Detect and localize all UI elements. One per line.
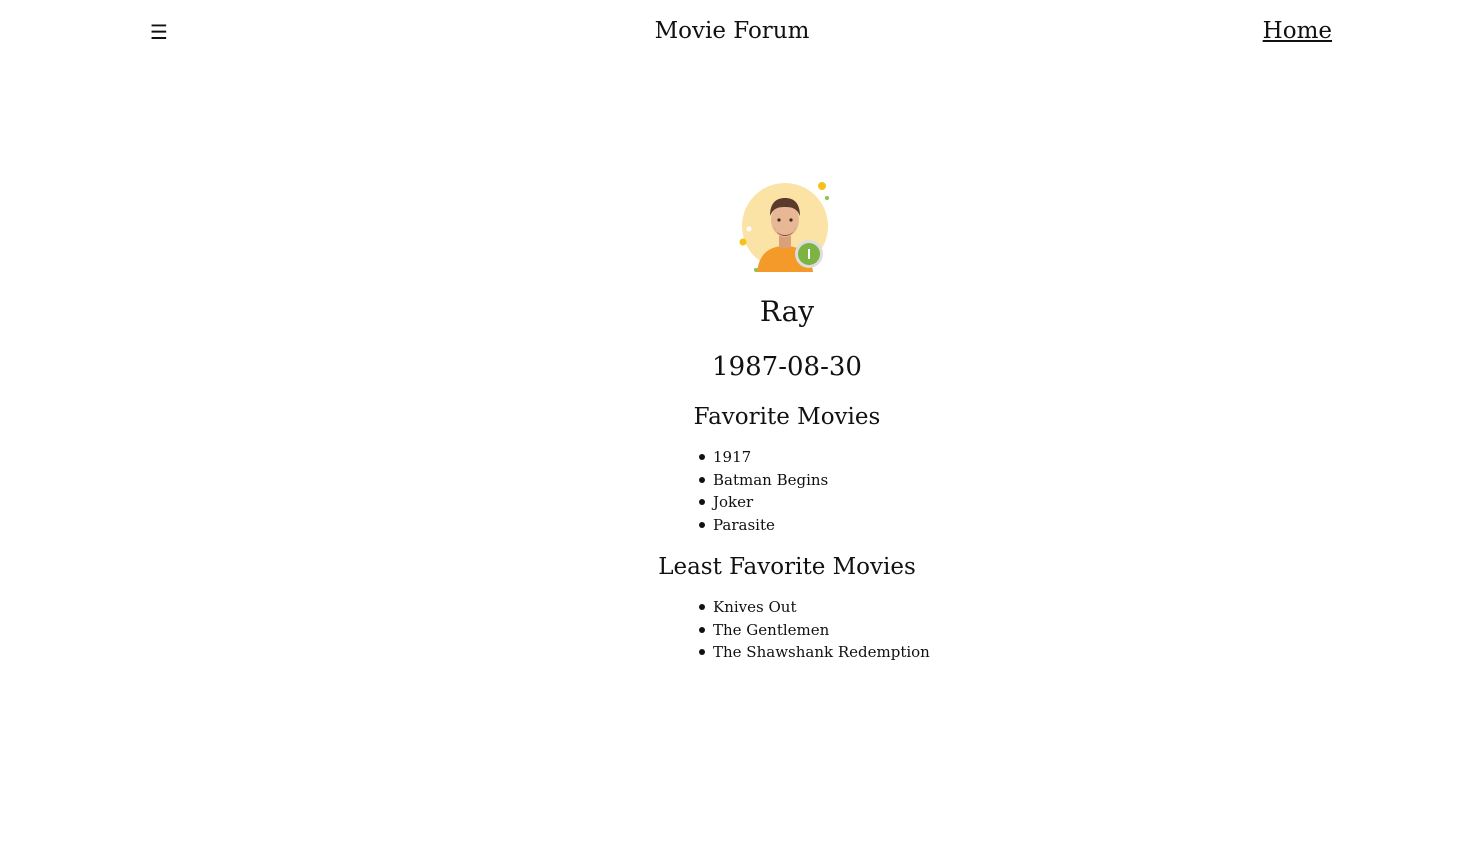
list-item: Knives Out [699, 596, 987, 619]
profile-section: Ray 1987-08-30 Favorite Movies 1917 Batm… [587, 178, 987, 664]
list-item: Joker [699, 491, 987, 514]
list-item: Parasite [699, 514, 987, 537]
top-bar: ☰ Movie Forum Home [0, 0, 1464, 64]
hamburger-menu-icon[interactable]: ☰ [150, 20, 168, 44]
site-title: Movie Forum [654, 18, 810, 44]
list-item: The Shawshank Redemption [699, 641, 987, 664]
user-avatar-icon [739, 182, 829, 272]
favorite-movies-list: 1917 Batman Begins Joker Parasite [587, 446, 987, 536]
least-favorite-movies-heading: Least Favorite Movies [658, 554, 916, 580]
list-item: The Gentlemen [699, 619, 987, 642]
home-link[interactable]: Home [1263, 16, 1332, 46]
user-name: Ray [759, 295, 815, 328]
least-favorite-movies-list: Knives Out The Gentlemen The Shawshank R… [587, 596, 987, 664]
favorite-movies-heading: Favorite Movies [693, 404, 881, 430]
list-item: 1917 [699, 446, 987, 469]
birth-date: 1987-08-30 [712, 352, 862, 382]
list-item: Batman Begins [699, 469, 987, 492]
